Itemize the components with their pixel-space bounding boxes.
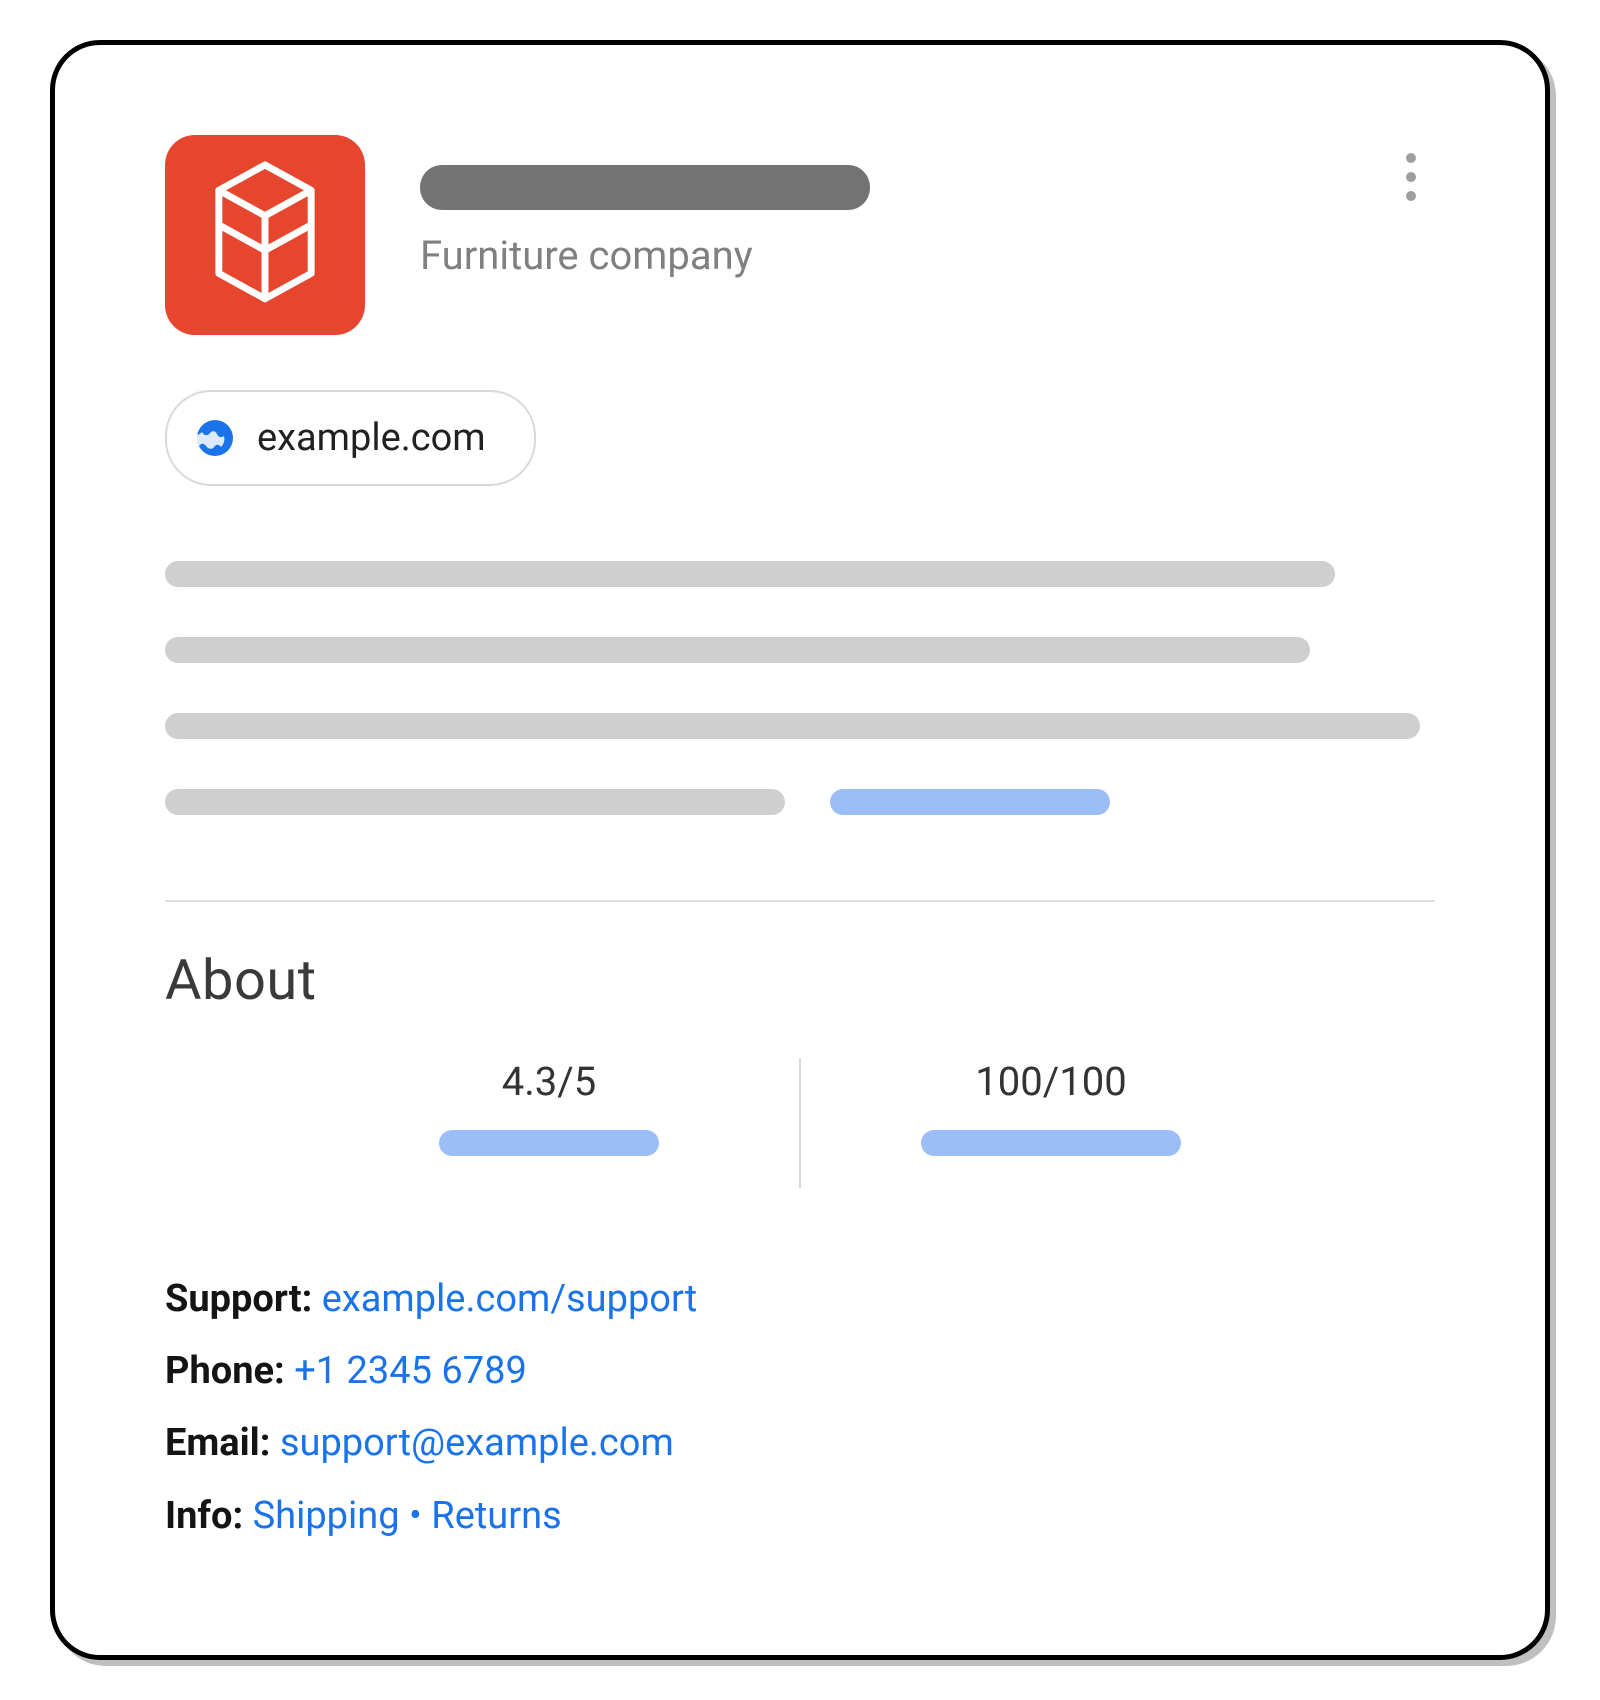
placeholder-line <box>165 713 1420 739</box>
business-category: Furniture company <box>420 232 870 279</box>
info-separator-dot: • <box>409 1494 422 1538</box>
kebab-dot-icon <box>1406 153 1416 163</box>
website-chip[interactable]: example.com <box>165 390 536 486</box>
contact-email-row: Email: support@example.com <box>165 1407 1435 1479</box>
kebab-dot-icon <box>1406 191 1416 201</box>
kebab-dot-icon <box>1406 172 1416 182</box>
contact-support-row: Support: example.com/support <box>165 1263 1435 1335</box>
returns-link[interactable]: Returns <box>431 1494 561 1538</box>
support-link[interactable]: example.com/support <box>322 1277 697 1321</box>
website-domain: example.com <box>257 416 486 460</box>
email-label: Email: <box>165 1421 270 1465</box>
stat-score: 100/100 <box>821 1058 1281 1188</box>
vertical-divider <box>799 1058 801 1188</box>
stat-score-link-placeholder[interactable] <box>921 1130 1181 1156</box>
contact-info-row: Info: Shipping • Returns <box>165 1480 1435 1552</box>
business-name-block: Furniture company <box>420 165 870 279</box>
contact-phone-row: Phone: +1 2345 6789 <box>165 1335 1435 1407</box>
stat-rating-value: 4.3/5 <box>502 1058 597 1105</box>
phone-link[interactable]: +1 2345 6789 <box>294 1349 527 1393</box>
section-divider <box>165 900 1435 902</box>
globe-icon <box>195 418 235 458</box>
description-placeholder <box>165 561 1435 815</box>
about-stats: 4.3/5 100/100 <box>165 1058 1435 1188</box>
placeholder-line <box>165 789 785 815</box>
info-separator <box>422 1494 431 1538</box>
more-options-button[interactable] <box>1387 153 1435 201</box>
business-name-redacted <box>420 165 870 210</box>
placeholder-line <box>165 637 1310 663</box>
support-label: Support: <box>165 1277 312 1321</box>
placeholder-line <box>165 561 1335 587</box>
chair-cube-icon <box>205 158 325 312</box>
phone-label: Phone: <box>165 1349 285 1393</box>
email-link[interactable]: support@example.com <box>280 1421 674 1465</box>
placeholder-link[interactable] <box>830 789 1110 815</box>
stat-rating-link-placeholder[interactable] <box>439 1130 659 1156</box>
stat-rating: 4.3/5 <box>319 1058 779 1188</box>
shipping-link[interactable]: Shipping <box>253 1494 400 1538</box>
contact-section: Support: example.com/support Phone: +1 2… <box>165 1263 1435 1552</box>
about-heading: About <box>165 947 1435 1013</box>
info-label: Info: <box>165 1494 243 1538</box>
business-profile-card: Furniture company example.com About 4.3 <box>50 40 1550 1660</box>
business-logo <box>165 135 365 335</box>
stat-score-value: 100/100 <box>975 1058 1126 1105</box>
card-header: Furniture company <box>165 135 1435 335</box>
